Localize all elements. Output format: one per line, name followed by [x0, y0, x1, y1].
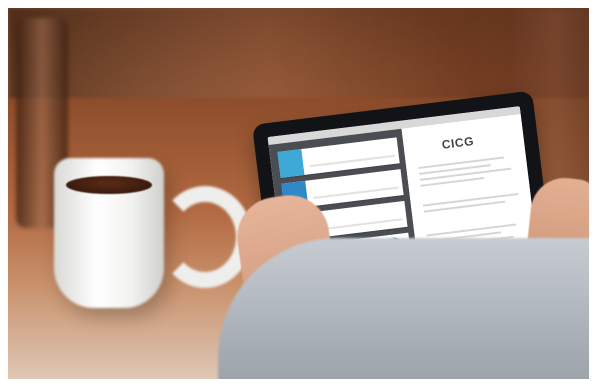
photo-scene: CICG: [8, 8, 589, 379]
tile-divider: [317, 218, 403, 231]
sweater-sleeve: [218, 238, 589, 379]
globe-icon: [277, 149, 305, 178]
tile-divider: [313, 186, 399, 199]
brand-logo: CICG: [440, 134, 475, 152]
tile-divider: [309, 154, 395, 168]
coffee-surface: [66, 176, 152, 194]
